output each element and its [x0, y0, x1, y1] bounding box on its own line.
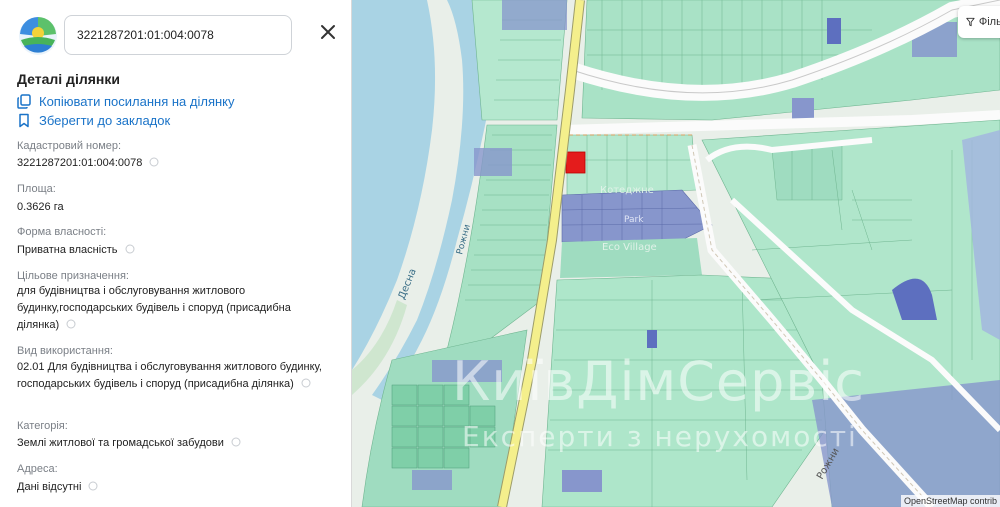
logo-icon [19, 16, 57, 55]
details-title: Деталі ділянки [17, 71, 120, 87]
area-label: Площа: [17, 183, 56, 195]
selected-parcel[interactable] [565, 151, 586, 174]
address-value: Дані відсутні [17, 479, 337, 496]
watermark-subtitle: Експерти з нерухомості [462, 420, 858, 453]
ownership-text: Приватна власність [17, 244, 118, 256]
ownership-value: Приватна власність [17, 242, 337, 259]
area-value: 0.3626 га [17, 201, 64, 213]
cadastral-number-label: Кадастровий номер: [17, 140, 122, 152]
filter-button[interactable]: Фільт [958, 6, 1000, 38]
copy-icon[interactable] [301, 378, 311, 388]
copy-icon[interactable] [125, 244, 135, 254]
filter-label: Фільт [978, 16, 1000, 28]
parcel-blue [474, 148, 512, 176]
usage-value: 02.01 Для будівництва і обслуговування ж… [17, 359, 327, 393]
copy-icon[interactable] [88, 481, 98, 491]
parcel-blue [502, 0, 567, 30]
bookmark-icon [19, 113, 29, 127]
map-attribution[interactable]: OpenStreetMap contrib [900, 495, 1000, 507]
search-input[interactable]: 3221287201:01:004:0078 [64, 15, 292, 55]
category-label: Категорія: [17, 420, 68, 432]
copy-icon[interactable] [231, 437, 241, 447]
watermark: КиївДімСервіс [452, 350, 865, 413]
copy-icon [17, 93, 31, 109]
purpose-value: для будівництва і обслуговування житлово… [17, 283, 327, 334]
copy-icon[interactable] [66, 319, 76, 329]
filter-icon [966, 17, 975, 27]
copy-link-button[interactable]: Копіювати посилання на ділянку [17, 92, 235, 110]
usage-text: 02.01 Для будівництва і обслуговування ж… [17, 361, 322, 390]
address-label: Адреса: [17, 463, 58, 475]
parcel-blue [562, 470, 602, 492]
purpose-text: для будівництва і обслуговування житлово… [17, 285, 291, 331]
category-value: Землі житлової та громадської забудови [17, 435, 337, 452]
close-icon[interactable] [318, 22, 338, 42]
cadastral-number-value: 3221287201:01:004:0078 [17, 155, 337, 172]
purpose-label: Цільове призначення: [17, 270, 129, 282]
bookmark-label: Зберегти до закладок [39, 112, 171, 128]
village-label: Eco Village [602, 242, 657, 253]
cadastral-number-text: 3221287201:01:004:0078 [17, 157, 143, 169]
address-text: Дані відсутні [17, 481, 82, 493]
kotedzhne-label: Котеджне [600, 185, 654, 196]
copy-icon[interactable] [149, 157, 159, 167]
ownership-label: Форма власності: [17, 226, 107, 238]
details-panel: 3221287201:01:004:0078 Деталі ділянки Ко… [0, 0, 352, 507]
parcel-block [771, 144, 843, 201]
usage-label: Вид використання: [17, 345, 113, 357]
bookmark-button[interactable]: Зберегти до закладок [17, 111, 170, 129]
parcel-blue [647, 330, 657, 348]
cadastral-map[interactable]: Десна Рожни Eco Village Котеджне Park Ро… [352, 0, 1000, 507]
parcel-blue [827, 18, 841, 44]
parcel-blue [412, 470, 452, 490]
category-text: Землі житлової та громадської забудови [17, 437, 224, 449]
park-label: Park [624, 215, 644, 225]
copy-link-label: Копіювати посилання на ділянку [39, 93, 235, 109]
